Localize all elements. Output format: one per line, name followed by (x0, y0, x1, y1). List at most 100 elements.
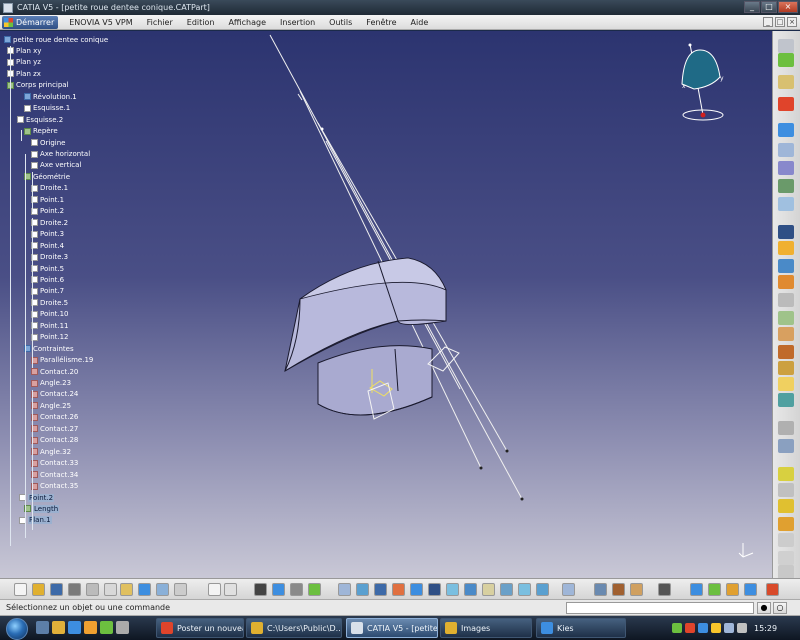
show-desktop-icon[interactable] (36, 621, 49, 634)
bottom-toolbar-tool-icon[interactable] (14, 583, 27, 596)
menu-enovia[interactable]: ENOVIA V5 VPM (62, 18, 139, 27)
bottom-toolbar-tool-icon[interactable] (308, 583, 321, 596)
command-clear-button[interactable]: ○ (773, 602, 787, 614)
right-toolbar-tool-icon[interactable] (778, 39, 794, 53)
end-point-1[interactable] (479, 466, 483, 470)
bottom-toolbar-tool-icon[interactable] (138, 583, 151, 596)
tree-node[interactable]: Contact.27 (31, 423, 78, 434)
compass-widget[interactable]: x y (676, 37, 736, 127)
bottom-toolbar-tool-icon[interactable] (86, 583, 99, 596)
bottom-toolbar-tool-icon[interactable] (726, 583, 739, 596)
media-quicklaunch-icon[interactable] (84, 621, 97, 634)
right-toolbar-tool-icon[interactable] (778, 241, 794, 255)
bottom-toolbar-tool-icon[interactable] (428, 583, 441, 596)
tree-node[interactable]: Angle.32 (31, 446, 71, 457)
menu-outils[interactable]: Outils (322, 18, 359, 27)
right-toolbar-tool-icon[interactable] (778, 123, 794, 137)
catia-app-icon[interactable] (3, 2, 13, 13)
tree-node[interactable]: Angle.25 (31, 400, 71, 411)
command-input[interactable] (566, 602, 754, 614)
compass-origin[interactable] (700, 112, 706, 118)
bottom-toolbar-tool-icon[interactable] (518, 583, 531, 596)
bottom-toolbar-tool-icon[interactable] (50, 583, 63, 596)
tree-node[interactable]: Axe horizontal (31, 149, 90, 160)
end-point-3[interactable] (520, 497, 524, 501)
menu-aide[interactable]: Aide (404, 18, 436, 27)
bottom-toolbar-tool-icon[interactable] (68, 583, 81, 596)
tree-node[interactable]: Point.10 (31, 309, 69, 320)
part-geometry[interactable] (0, 31, 772, 578)
tree-node[interactable]: Plan yz (7, 57, 41, 68)
right-toolbar-tool-icon[interactable] (778, 179, 794, 193)
tree-node[interactable]: Esquisse.1 (24, 103, 70, 114)
right-toolbar-tool-icon[interactable] (778, 565, 794, 579)
tray-power-icon[interactable] (737, 623, 747, 633)
doc-close-button[interactable]: × (787, 17, 797, 27)
3d-viewport[interactable]: x y petite roue dentee conique Plan xy Pla… (0, 31, 772, 578)
taskbar-button[interactable]: C:\Users\Public\D... (246, 618, 342, 638)
bottom-toolbar-tool-icon[interactable] (356, 583, 369, 596)
menu-insertion[interactable]: Insertion (273, 18, 322, 27)
bottom-toolbar-tool-icon[interactable] (464, 583, 477, 596)
tray-volume-icon[interactable] (724, 623, 734, 633)
ie-quicklaunch-icon[interactable] (68, 621, 81, 634)
tree-node[interactable]: Axe vertical (31, 160, 81, 171)
bottom-toolbar-tool-icon[interactable] (290, 583, 303, 596)
bottom-toolbar-tool-icon[interactable] (272, 583, 285, 596)
window-title-bar[interactable]: CATIA V5 - [petite roue dentee conique.C… (0, 0, 800, 15)
tree-node[interactable]: Géométrie (24, 171, 70, 182)
tree-node[interactable]: Contact.20 (31, 366, 78, 377)
bottom-toolbar-tool-icon[interactable] (482, 583, 495, 596)
menu-fenetre[interactable]: Fenêtre (359, 18, 403, 27)
tree-node[interactable]: Repère (24, 126, 58, 137)
right-toolbar-tool-icon[interactable] (778, 225, 794, 239)
right-toolbar-tool-icon[interactable] (778, 75, 794, 89)
taskbar-button[interactable]: Images (440, 618, 532, 638)
right-toolbar-tool-icon[interactable] (778, 483, 794, 497)
bottom-toolbar-tool-icon[interactable] (744, 583, 757, 596)
bottom-toolbar-tool-icon[interactable] (374, 583, 387, 596)
tree-node[interactable]: Point.6 (31, 274, 64, 285)
construction-point[interactable] (320, 127, 324, 131)
taskbar-button[interactable]: Kies (536, 618, 626, 638)
tree-node[interactable]: Contact.35 (31, 481, 78, 492)
right-toolbar-tool-icon[interactable] (778, 377, 794, 391)
tree-node[interactable]: Plan zx (7, 68, 41, 79)
right-toolbar-tool-icon[interactable] (778, 345, 794, 359)
tree-node[interactable]: petite roue dentee conique (4, 34, 108, 45)
right-toolbar-tool-icon[interactable] (778, 53, 794, 67)
tree-node[interactable]: Point.7 (31, 286, 64, 297)
bottom-toolbar-tool-icon[interactable] (224, 583, 237, 596)
right-toolbar-tool-icon[interactable] (778, 421, 794, 435)
right-toolbar-tool-icon[interactable] (778, 499, 794, 513)
command-stop-button[interactable]: ● (757, 602, 771, 614)
bottom-toolbar-tool-icon[interactable] (690, 583, 703, 596)
right-toolbar-tool-icon[interactable] (778, 327, 794, 341)
bottom-toolbar-tool-icon[interactable] (612, 583, 625, 596)
right-toolbar-tool-icon[interactable] (778, 197, 794, 211)
tree-node[interactable]: Contact.34 (31, 469, 78, 480)
tree-node[interactable]: Origine (31, 137, 65, 148)
tree-node[interactable]: Contact.24 (31, 389, 78, 400)
tree-node[interactable]: Esquisse.2 (17, 114, 63, 125)
doc-minimize-button[interactable]: _ (763, 17, 773, 27)
tray-warning-icon[interactable] (711, 623, 721, 633)
taskbar-button[interactable]: CATIA V5 - [petite ... (346, 618, 438, 638)
compass-dome[interactable] (681, 49, 721, 90)
bottom-toolbar-tool-icon[interactable] (208, 583, 221, 596)
quicklaunch-more-icon[interactable] (116, 621, 129, 634)
bottom-toolbar-tool-icon[interactable] (594, 583, 607, 596)
tree-node[interactable]: Corps principal (7, 80, 69, 91)
compass-top-handle[interactable] (688, 43, 692, 47)
bottom-toolbar-tool-icon[interactable] (410, 583, 423, 596)
bottom-toolbar-tool-icon[interactable] (562, 583, 575, 596)
right-toolbar-tool-icon[interactable] (778, 259, 794, 273)
right-toolbar-tool-icon[interactable] (778, 439, 794, 453)
doc-restore-button[interactable]: □ (775, 17, 785, 27)
tree-node[interactable]: Point.4 (31, 240, 64, 251)
explorer-quicklaunch-icon[interactable] (52, 621, 65, 634)
bottom-toolbar-tool-icon[interactable] (156, 583, 169, 596)
bottom-toolbar-tool-icon[interactable] (392, 583, 405, 596)
tree-node[interactable]: Révolution.1 (24, 91, 77, 102)
tree-node[interactable]: Parallélisme.19 (31, 355, 93, 366)
